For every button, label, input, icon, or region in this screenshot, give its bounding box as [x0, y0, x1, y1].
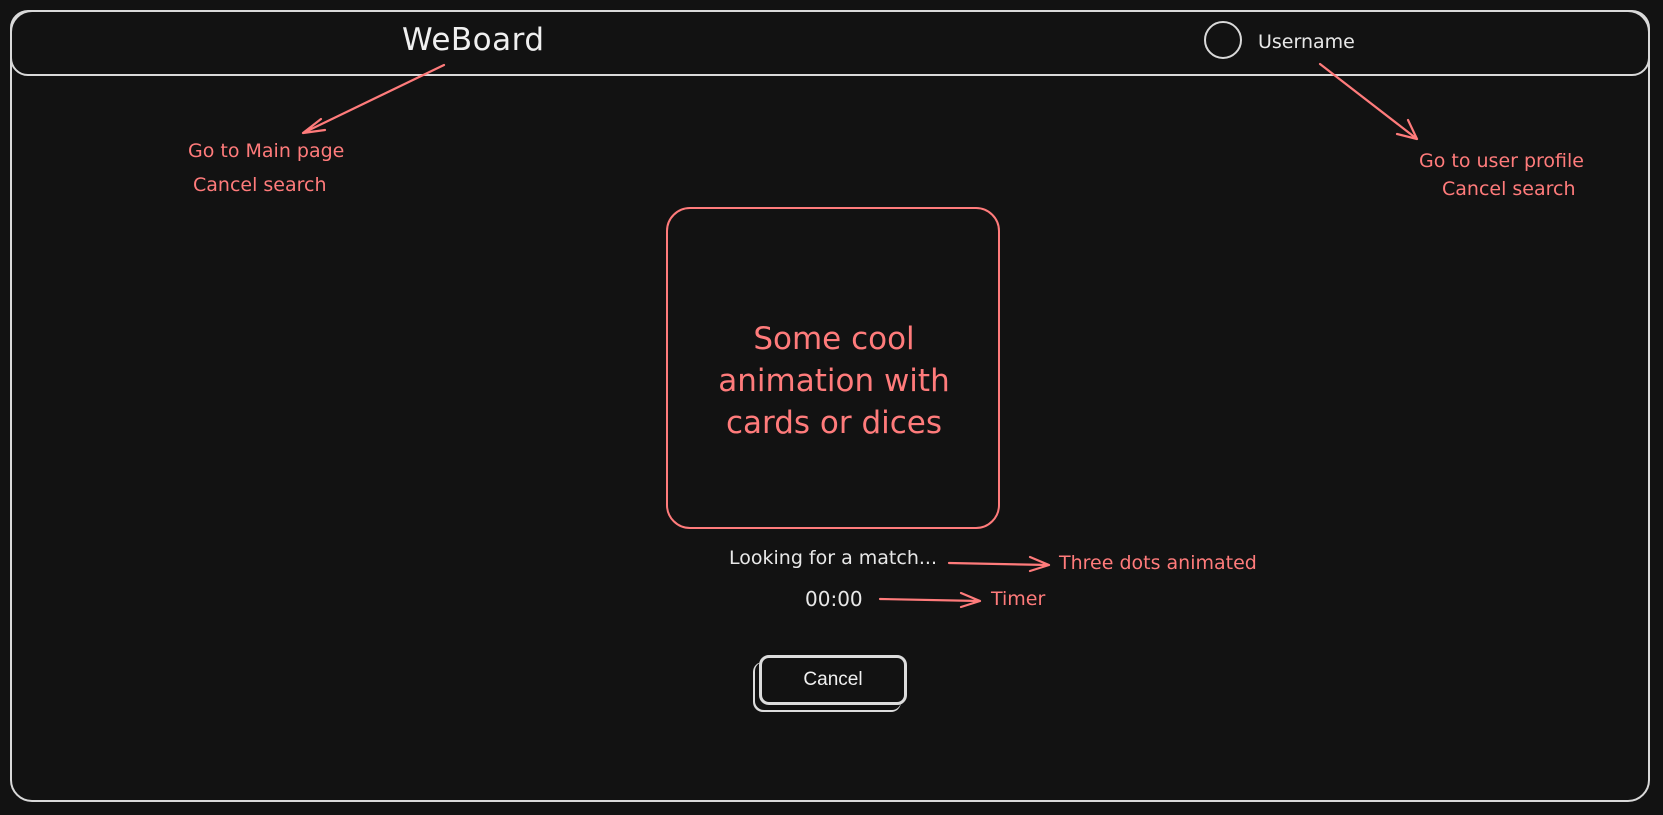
animation-placeholder-text: Some cool animation with cards or dices [718, 321, 950, 441]
cancel-button[interactable]: Cancel [759, 655, 907, 705]
annotation-logo-main-page: Go to Main page [188, 140, 345, 162]
annotation-profile-cancel-search: Cancel search [1442, 178, 1576, 200]
header-bar [10, 10, 1650, 76]
logo-link[interactable]: WeBoard [402, 22, 545, 58]
search-status-text: Looking for a match... [729, 547, 937, 569]
search-timer: 00:00 [805, 587, 863, 611]
annotation-logo-cancel-search: Cancel search [193, 174, 327, 196]
annotation-profile: Go to user profile [1419, 150, 1584, 172]
username-link[interactable]: Username [1258, 31, 1355, 53]
annotation-three-dots: Three dots animated [1059, 552, 1257, 574]
user-avatar[interactable] [1204, 21, 1242, 59]
annotation-timer: Timer [991, 588, 1046, 610]
